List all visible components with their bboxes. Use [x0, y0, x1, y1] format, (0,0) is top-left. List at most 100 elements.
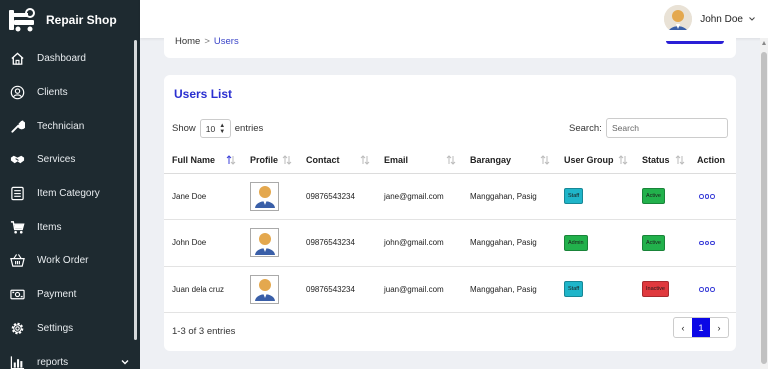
- table-row: Juan dela cruz 09876543234 juan@gmail.com M…: [164, 266, 736, 314]
- column-header-contact[interactable]: Contact: [298, 147, 376, 174]
- more-options-icon[interactable]: [699, 194, 736, 199]
- sort-icon: [360, 155, 370, 165]
- user-name: John Doe: [700, 13, 743, 25]
- sidebar-item-payment[interactable]: Payment: [0, 278, 136, 312]
- sort-icon: [540, 155, 550, 165]
- profile-picture[interactable]: [250, 274, 279, 304]
- select-arrows-icon: ▲ ▼: [219, 122, 226, 135]
- column-header-status[interactable]: Status: [634, 147, 691, 174]
- profile-picture[interactable]: [250, 181, 279, 211]
- table-row: John Doe 09876543234 john@gmail.com Manggah…: [164, 219, 736, 267]
- cell-profile: [242, 219, 298, 267]
- prev-page-button[interactable]: ‹: [674, 318, 692, 337]
- column-header-full-name[interactable]: Full Name: [164, 147, 242, 174]
- user-circle-icon: [9, 85, 25, 101]
- breadcrumb: Home > Users: [175, 36, 239, 47]
- sidebar-item-services[interactable]: Services: [0, 143, 136, 177]
- user-avatar-icon: [253, 182, 277, 210]
- column-header-label: Email: [384, 154, 409, 165]
- brand[interactable]: Repair Shop: [8, 6, 117, 34]
- sidebar-item-label: Dashboard: [37, 53, 86, 65]
- user-group-badge: Admin: [564, 234, 588, 251]
- money-icon: [9, 287, 25, 303]
- scroll-up-icon[interactable]: [762, 41, 766, 45]
- sidebar-item-label: Item Category: [37, 188, 100, 200]
- sidebar-item-label: Services: [37, 154, 76, 166]
- sidebar-item-settings[interactable]: Settings: [0, 312, 136, 346]
- user-menu[interactable]: John Doe: [664, 5, 756, 33]
- page-scrollbar[interactable]: [760, 38, 768, 369]
- column-header-label: Action: [697, 154, 725, 165]
- bar-chart-icon: [9, 354, 25, 369]
- cell-email: jane@gmail.com: [376, 173, 462, 221]
- add-user-button[interactable]: [666, 41, 724, 44]
- column-header-user-group[interactable]: User Group: [556, 147, 634, 174]
- column-header-email[interactable]: Email: [376, 147, 462, 174]
- cell-profile: [242, 266, 298, 314]
- page-length-select[interactable]: 10 ▲ ▼: [199, 119, 231, 138]
- sort-asc-icon: [226, 155, 236, 165]
- sidebar-item-items[interactable]: Items: [0, 210, 136, 244]
- next-page-button[interactable]: ›: [710, 318, 728, 337]
- more-options-icon[interactable]: [699, 287, 736, 292]
- page-length-value: 10: [205, 123, 216, 134]
- users-table: Full Name Profile Contact Email Barangay…: [164, 147, 736, 314]
- list-icon: [9, 186, 25, 202]
- cell-contact: 09876543234: [298, 173, 376, 221]
- cell-barangay: Manggahan, Pasig: [462, 219, 556, 267]
- status-badge: Active: [642, 234, 665, 251]
- sort-icon: [675, 155, 685, 165]
- cell-contact: 09876543234: [298, 266, 376, 314]
- column-header-label: Status: [642, 154, 670, 165]
- column-header-action: Action: [691, 147, 736, 174]
- cell-barangay: Manggahan, Pasig: [462, 266, 556, 314]
- user-group-badge: Staff: [564, 188, 584, 205]
- sidebar-item-item-category[interactable]: Item Category: [0, 177, 136, 211]
- cell-barangay: Manggahan, Pasig: [462, 173, 556, 221]
- user-avatar-icon: [253, 229, 277, 257]
- cell-full-name: Jane Doe: [164, 173, 242, 221]
- cell-email: john@gmail.com: [376, 219, 462, 267]
- breadcrumb-current: Users: [213, 36, 239, 47]
- basket-icon: [9, 253, 25, 269]
- sort-icon: [618, 155, 628, 165]
- table-header-row: Full Name Profile Contact Email Barangay…: [164, 147, 736, 174]
- cell-status: Inactive: [634, 266, 691, 314]
- page-title: Users List: [174, 87, 233, 101]
- scrollbar-thumb[interactable]: [761, 52, 767, 364]
- breadcrumb-home[interactable]: Home: [175, 36, 200, 47]
- profile-picture[interactable]: [250, 228, 279, 258]
- cell-user-group: Admin: [556, 219, 634, 267]
- sidebar-item-technician[interactable]: Technician: [0, 109, 136, 143]
- sidebar-item-label: Payment: [37, 289, 77, 301]
- sidebar-item-reports[interactable]: reports: [0, 345, 136, 369]
- sort-icon: [282, 155, 292, 165]
- sidebar-item-dashboard[interactable]: Dashboard: [0, 42, 136, 76]
- sidebar-item-work-order[interactable]: Work Order: [0, 244, 136, 278]
- home-icon: [9, 51, 25, 67]
- sidebar-scrollbar[interactable]: [134, 40, 137, 340]
- sidebar-item-label: Items: [37, 221, 62, 233]
- sidebar: Repair Shop Dashboard Clients Technician…: [0, 0, 140, 369]
- column-header-profile[interactable]: Profile: [242, 147, 298, 174]
- page-button-1[interactable]: 1: [692, 318, 710, 337]
- cell-contact: 09876543234: [298, 219, 376, 267]
- column-header-label: Barangay: [470, 154, 512, 165]
- sidebar-item-label: Work Order: [37, 255, 89, 267]
- cell-profile: [242, 173, 298, 221]
- search-input[interactable]: [606, 118, 728, 138]
- user-group-badge: Staff: [564, 281, 584, 298]
- breadcrumb-card: Home > Users: [164, 30, 736, 58]
- sidebar-item-clients[interactable]: Clients: [0, 76, 136, 110]
- column-header-label: Contact: [306, 154, 340, 165]
- handshake-icon: [9, 152, 25, 168]
- table-row: Jane Doe 09876543234 jane@gmail.com Manggah…: [164, 173, 736, 221]
- chevron-down-icon: [121, 360, 129, 365]
- cell-full-name: Juan dela cruz: [164, 266, 242, 314]
- cart-icon: [9, 219, 25, 235]
- more-options-icon[interactable]: [699, 240, 736, 246]
- column-header-barangay[interactable]: Barangay: [462, 147, 556, 174]
- cell-action: [691, 219, 736, 267]
- cell-user-group: Staff: [556, 266, 634, 314]
- gear-icon: [9, 320, 25, 336]
